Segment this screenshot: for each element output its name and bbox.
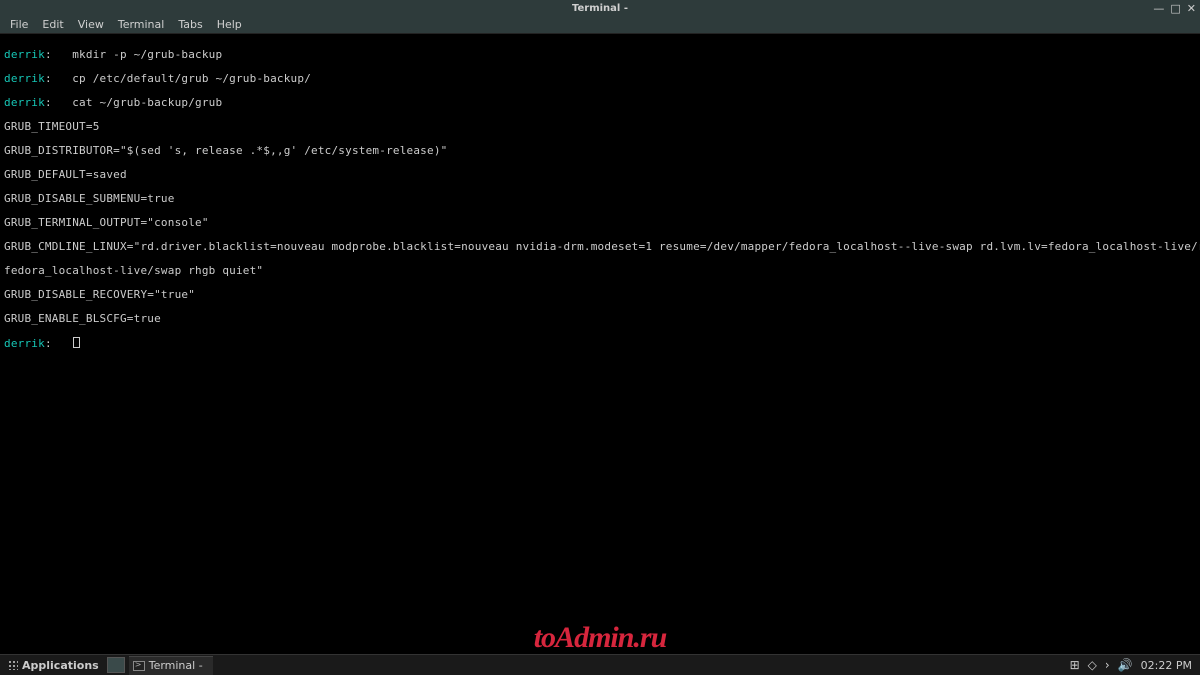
- dropbox-icon[interactable]: ⊞: [1070, 658, 1080, 672]
- applications-menu-button[interactable]: Applications: [4, 657, 103, 674]
- output-line: GRUB_TIMEOUT=5: [4, 120, 100, 133]
- volume-icon[interactable]: 🔊: [1118, 658, 1133, 672]
- clock[interactable]: 02:22 PM: [1141, 659, 1192, 672]
- output-line: GRUB_CMDLINE_LINUX="rd.driver.blacklist=…: [4, 240, 1200, 253]
- taskbar-item-label: Terminal -: [149, 659, 203, 672]
- taskbar-item-terminal[interactable]: Terminal -: [129, 656, 213, 675]
- chevron-right-icon[interactable]: ›: [1105, 658, 1110, 672]
- prompt-sep: :: [45, 48, 65, 61]
- menu-terminal[interactable]: Terminal: [118, 18, 165, 31]
- command-1: mkdir -p ~/grub-backup: [65, 48, 222, 61]
- output-line: fedora_localhost-live/swap rhgb quiet": [4, 264, 263, 277]
- minimize-button[interactable]: —: [1153, 3, 1164, 14]
- output-line: GRUB_DISTRIBUTOR="$(sed 's, release .*$,…: [4, 144, 447, 157]
- window-titlebar: Terminal - — □ ✕: [0, 0, 1200, 16]
- menu-edit[interactable]: Edit: [42, 18, 63, 31]
- menu-bar: File Edit View Terminal Tabs Help: [0, 16, 1200, 34]
- command-3: cat ~/grub-backup/grub: [65, 96, 222, 109]
- prompt-sep: :: [45, 337, 65, 350]
- window-controls: — □ ✕: [1153, 0, 1196, 16]
- workspace-switcher-icon[interactable]: [107, 657, 125, 673]
- terminal-icon: [133, 661, 145, 671]
- prompt-sep: :: [45, 96, 65, 109]
- close-button[interactable]: ✕: [1187, 3, 1196, 14]
- menu-help[interactable]: Help: [217, 18, 242, 31]
- menu-tabs[interactable]: Tabs: [178, 18, 202, 31]
- applications-label: Applications: [22, 659, 99, 672]
- output-line: GRUB_DISABLE_RECOVERY="true": [4, 288, 195, 301]
- menu-file[interactable]: File: [10, 18, 28, 31]
- notifications-icon[interactable]: ◇: [1088, 658, 1097, 672]
- shell-prompt: derrik: [4, 72, 45, 85]
- output-line: GRUB_TERMINAL_OUTPUT="console": [4, 216, 209, 229]
- command-2: cp /etc/default/grub ~/grub-backup/: [65, 72, 311, 85]
- prompt-sep: :: [45, 72, 65, 85]
- output-line: GRUB_ENABLE_BLSCFG=true: [4, 312, 161, 325]
- terminal-output-area[interactable]: derrik: mkdir -p ~/grub-backup derrik: c…: [0, 34, 1200, 654]
- shell-prompt: derrik: [4, 48, 45, 61]
- shell-prompt: derrik: [4, 337, 45, 350]
- terminal-cursor: [73, 337, 80, 348]
- system-tray: ⊞ ◇ › 🔊 02:22 PM: [1070, 658, 1200, 672]
- shell-prompt: derrik: [4, 96, 45, 109]
- taskbar-left: Applications Terminal -: [0, 656, 213, 675]
- grid-icon: [8, 660, 18, 670]
- taskbar: Applications Terminal - ⊞ ◇ › 🔊 02:22 PM: [0, 654, 1200, 675]
- window-title: Terminal -: [572, 3, 628, 14]
- output-line: GRUB_DISABLE_SUBMENU=true: [4, 192, 175, 205]
- maximize-button[interactable]: □: [1170, 3, 1180, 14]
- menu-view[interactable]: View: [78, 18, 104, 31]
- output-line: GRUB_DEFAULT=saved: [4, 168, 127, 181]
